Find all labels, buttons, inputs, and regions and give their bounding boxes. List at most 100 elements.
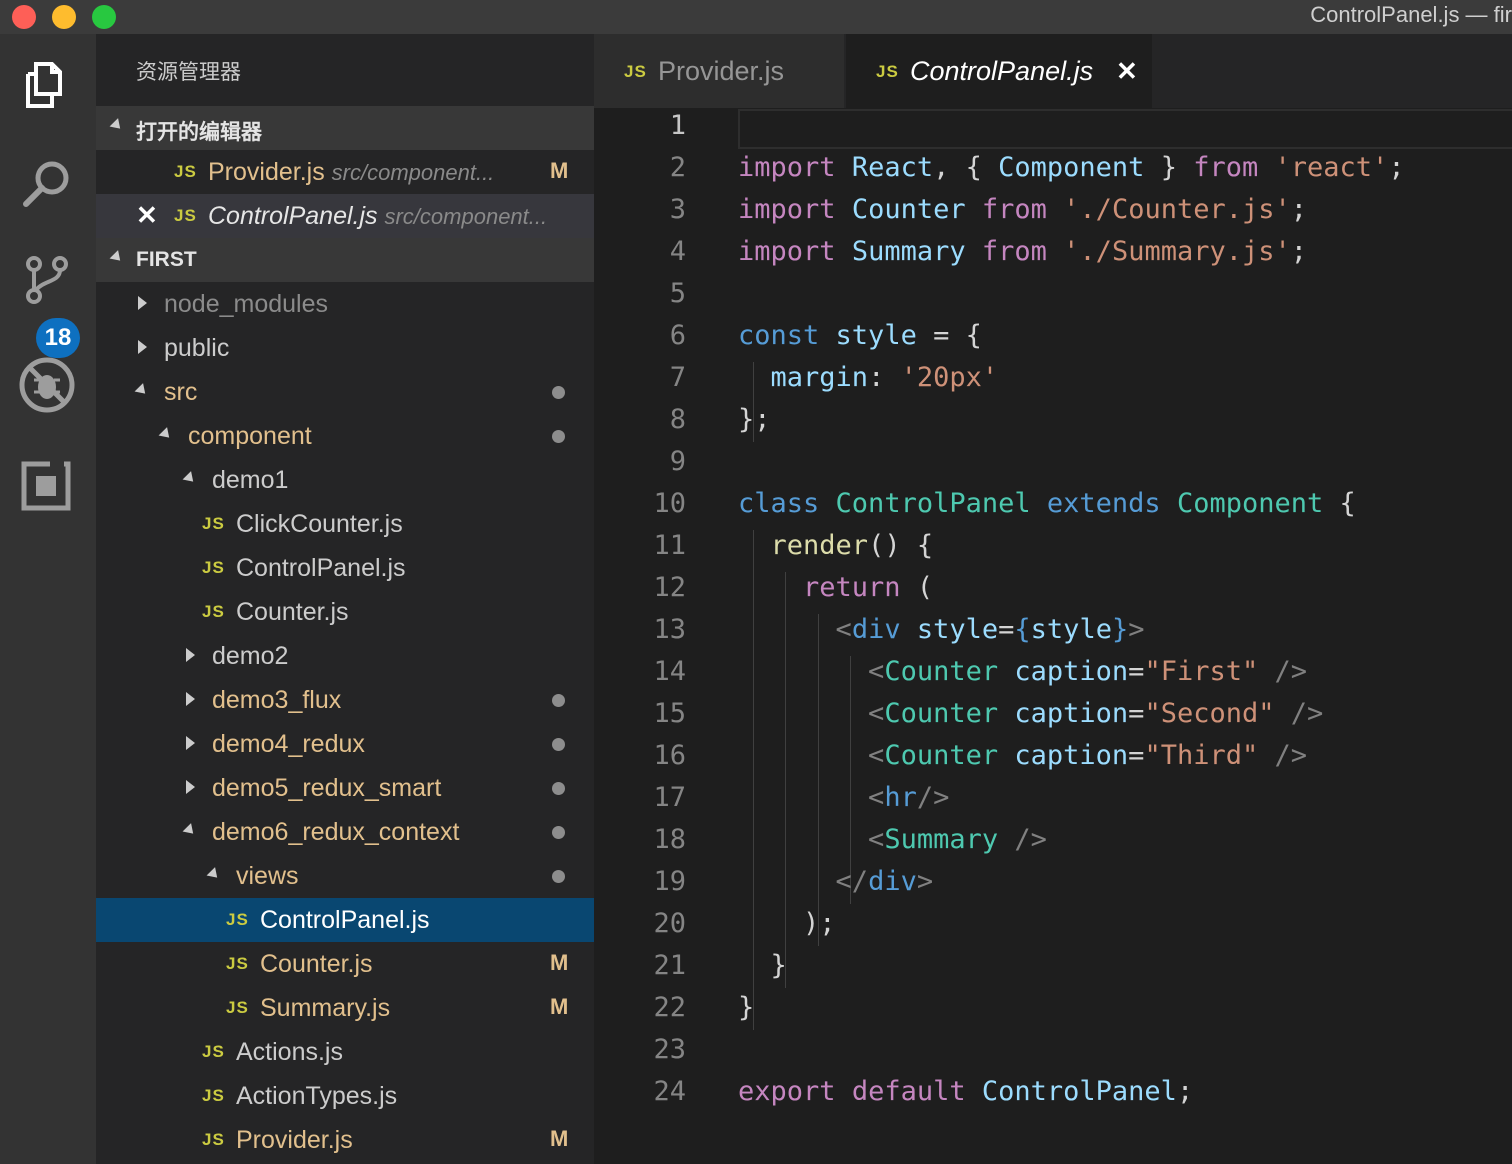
modified-dot: [552, 826, 565, 839]
tree-file-counter-demo1[interactable]: JS Counter.js: [96, 590, 594, 634]
tree-folder-node-modules[interactable]: node_modules: [96, 282, 594, 326]
chevron-right-icon: [186, 736, 195, 750]
code-token: import: [738, 236, 836, 267]
search-icon[interactable]: [14, 152, 80, 218]
chevron-right-icon: [138, 296, 147, 310]
code-token: "First": [1144, 656, 1259, 687]
code-editor[interactable]: 1 2 3 4 5 6 7 8 9 10 11 12 13 14 15 16 17 18 19 20 21 22 23 24 …: [594, 108, 1512, 1164]
window-title: ControlPanel.js — fir: [1310, 2, 1512, 27]
code-token: {: [1014, 614, 1031, 645]
code-token: './Counter.js': [1063, 194, 1291, 225]
code-token: />: [1014, 824, 1047, 855]
open-editor-provider[interactable]: JS Provider.js src/component... M: [96, 150, 594, 194]
tree-folder-component[interactable]: component: [96, 414, 594, 458]
code-line: import React, { Component } from 'react'…: [738, 152, 1405, 183]
tree-file-clickcounter[interactable]: JS ClickCounter.js: [96, 502, 594, 546]
code-token: ControlPanel: [981, 1076, 1177, 1107]
open-editors-header[interactable]: 打开的编辑器: [96, 106, 594, 150]
open-editor-controlpanel[interactable]: ✕ JS ControlPanel.js src/component...: [96, 194, 594, 238]
source-control-icon[interactable]: [14, 246, 80, 312]
tab-controlpanel[interactable]: JS ControlPanel.js ✕: [846, 34, 1152, 108]
editor-tab-bar: JS Provider.js JS ControlPanel.js ✕: [594, 34, 1512, 108]
code-line: <Counter caption="Second" />: [738, 698, 1323, 729]
code-token: "Third": [1144, 740, 1259, 771]
code-token: =: [998, 614, 1015, 645]
line-number: 11: [653, 530, 686, 561]
tree-folder-demo1[interactable]: demo1: [96, 458, 594, 502]
chevron-down-icon: [182, 823, 198, 838]
line-number: 4: [669, 236, 686, 267]
tree-folder-src[interactable]: src: [96, 370, 594, 414]
tab-provider[interactable]: JS Provider.js: [594, 34, 844, 108]
line-number: 15: [653, 698, 686, 729]
activity-bar: 18: [0, 34, 96, 1164]
code-token: caption: [1014, 698, 1129, 729]
code-token: =: [1128, 656, 1145, 687]
tree-folder-demo3-flux[interactable]: demo3_flux: [96, 678, 594, 722]
code-token: ;: [1290, 194, 1308, 225]
code-token: Counter: [851, 194, 966, 225]
open-editor-path: src/component...: [384, 204, 548, 229]
code-line: }: [738, 950, 787, 981]
tree-folder-demo6-redux-context[interactable]: demo6_redux_context: [96, 810, 594, 854]
code-token: <: [835, 614, 852, 645]
tree-file-actiontypes[interactable]: JS ActionTypes.js: [96, 1074, 594, 1118]
code-line: <div style={style}>: [738, 614, 1145, 645]
tab-label: ControlPanel.js: [910, 56, 1094, 86]
code-token: =: [1128, 698, 1145, 729]
open-editor-filename: Provider.js: [208, 158, 325, 186]
project-header[interactable]: FIRST: [96, 238, 594, 282]
js-file-icon: JS: [202, 558, 225, 577]
window-close-button[interactable]: [12, 5, 36, 29]
code-token: = {: [916, 320, 982, 351]
tree-folder-demo5-redux-smart[interactable]: demo5_redux_smart: [96, 766, 594, 810]
code-token: <: [868, 698, 885, 729]
code-line: <Summary />: [738, 824, 1047, 855]
debug-icon[interactable]: [14, 352, 80, 418]
explorer-icon[interactable]: [14, 54, 80, 120]
tree-folder-demo2[interactable]: demo2: [96, 634, 594, 678]
tree-file-actions[interactable]: JS Actions.js: [96, 1030, 594, 1074]
tree-file-provider[interactable]: JS Provider.js M: [96, 1118, 594, 1162]
line-number: 24: [653, 1076, 686, 1107]
code-token: '20px': [900, 362, 999, 393]
tree-file-controlpanel-selected[interactable]: JS ControlPanel.js: [96, 898, 594, 942]
close-icon[interactable]: ✕: [136, 200, 158, 231]
extensions-icon[interactable]: [14, 452, 80, 518]
line-number: 19: [653, 866, 686, 897]
line-number: 12: [653, 572, 686, 603]
tree-file-controlpanel-demo1[interactable]: JS ControlPanel.js: [96, 546, 594, 590]
tree-folder-demo4-redux[interactable]: demo4_redux: [96, 722, 594, 766]
code-line: const style = {: [738, 320, 982, 351]
code-line: export default ControlPanel;: [738, 1076, 1193, 1107]
code-token: class: [738, 488, 820, 519]
window-maximize-button[interactable]: [92, 5, 116, 29]
code-token: <: [868, 782, 885, 813]
code-token: hr: [884, 782, 917, 813]
window-minimize-button[interactable]: [52, 5, 76, 29]
tree-folder-views[interactable]: views: [96, 854, 594, 898]
code-token: div: [851, 614, 901, 645]
line-number: 21: [653, 950, 686, 981]
close-icon[interactable]: ✕: [1116, 56, 1138, 87]
code-token: './Summary.js': [1063, 236, 1291, 267]
tree-file-counter-views[interactable]: JS Counter.js M: [96, 942, 594, 986]
line-number: 9: [669, 446, 686, 477]
code-token: return: [803, 572, 901, 603]
code-token: />: [1274, 656, 1308, 687]
tree-file-summary-views[interactable]: JS Summary.js M: [96, 986, 594, 1030]
code-token: };: [738, 404, 771, 435]
tree-folder-public[interactable]: public: [96, 326, 594, 370]
code-token: style: [835, 320, 917, 351]
code-line: }: [738, 992, 754, 1023]
